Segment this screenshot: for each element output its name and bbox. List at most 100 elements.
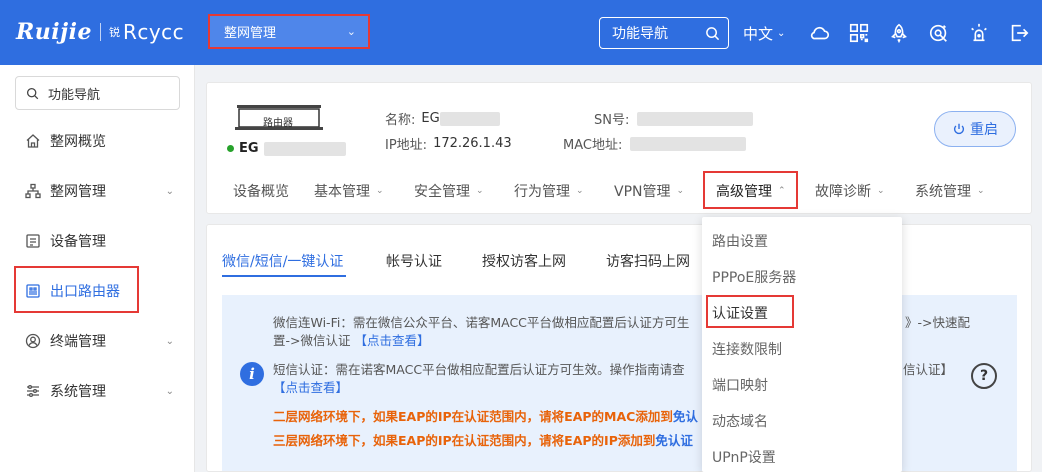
brand-name: Ruijie <box>16 19 92 45</box>
status-dot <box>227 145 234 152</box>
redacted-text <box>637 111 754 126</box>
chevron-down-icon: ⌄ <box>165 385 174 397</box>
monitor-icon[interactable] <box>927 21 951 45</box>
sub-brand-prefix: 锐 <box>108 26 120 39</box>
highlight-box <box>706 295 794 328</box>
tab-fault-diagnosis[interactable]: 故障诊断 ⌄ <box>815 181 885 201</box>
chevron-down-icon: ⌄ <box>777 28 786 39</box>
chevron-down-icon: ⌄ <box>165 335 174 347</box>
warning-line: 三层网络环境下，如果EAP的IP在认证范围内，请将EAP的IP添加到免认证 <box>273 432 693 450</box>
whitelist-link[interactable]: 免认证 <box>655 433 693 448</box>
sidebar-item-overview[interactable]: 整网概览 <box>15 126 180 156</box>
sidebar-item-label: 整网概览 <box>50 134 106 150</box>
sidebar-item-network-management[interactable]: 整网管理 ⌄ <box>15 176 180 206</box>
qrcode-icon[interactable] <box>847 21 871 45</box>
sidebar-item-label: 系统管理 <box>50 384 106 400</box>
subtab-wechat-sms-auth[interactable]: 微信/短信/一键认证 <box>222 251 343 271</box>
highlight-box <box>703 171 798 209</box>
router-image-label: 路由器 <box>263 118 293 129</box>
settings-icon <box>24 382 42 400</box>
device-ip-field: IP地址: 172.26.1.43 <box>385 134 512 153</box>
language-select[interactable]: 中文 ⌄ <box>743 23 785 44</box>
sidebar-search-placeholder: 功能导航 <box>48 87 101 103</box>
warning-text: 三层网络环境下，如果EAP的IP在认证范围内，请将EAP的IP添加到 <box>273 433 656 448</box>
highlight-box <box>14 266 139 313</box>
menu-item-port-mapping[interactable]: 端口映射 <box>712 375 768 395</box>
whitelist-link[interactable]: 免认 <box>673 409 698 424</box>
view-link[interactable]: 【点击查看】 <box>354 333 429 348</box>
subtab-authorized-guest[interactable]: 授权访客上网 <box>482 251 566 271</box>
device-sn-field: SN号: <box>594 109 754 128</box>
sidebar-item-label: 终端管理 <box>50 334 106 350</box>
scope-select[interactable]: 整网管理 ⌄ <box>208 14 370 49</box>
logout-icon[interactable] <box>1007 21 1031 45</box>
active-tab-indicator <box>222 275 346 277</box>
view-link[interactable]: 【点击查看】 <box>273 380 348 395</box>
redacted-text <box>439 111 500 126</box>
chevron-down-icon: ⌄ <box>476 186 484 196</box>
warning-line: 二层网络环境下，如果EAP的IP在认证范围内，请将EAP的MAC添加到免认 <box>273 408 698 426</box>
notice-line: 短信认证：需在诺客MACC平台做相应配置后认证方可生效。操作指南请查 <box>273 361 685 379</box>
info-icon: i <box>240 362 264 386</box>
sidebar-item-system-management[interactable]: 系统管理 ⌄ <box>15 376 180 406</box>
field-label: IP地址: <box>385 138 428 153</box>
sidebar: 功能导航 整网概览 整网管理 ⌄ 设备管理 出口路由器 终端管理 ⌄ 系统管理 … <box>0 65 195 472</box>
notice-line-tail: 》->快速配 <box>905 314 970 332</box>
menu-item-upnp[interactable]: UPnP设置 <box>712 447 776 467</box>
language-label: 中文 <box>743 25 774 43</box>
home-icon <box>24 132 42 150</box>
advanced-management-menu: 路由设置 PPPoE服务器 认证设置 连接数限制 端口映射 动态域名 UPnP设… <box>702 217 902 472</box>
user-icon <box>24 332 42 350</box>
field-value: 172.26.1.43 <box>433 136 512 151</box>
chevron-down-icon: ⌄ <box>676 186 685 196</box>
logo: Ruijie 锐 Rcycc <box>16 18 184 46</box>
nav-search-button[interactable]: 功能导航 <box>599 17 729 49</box>
tab-device-overview[interactable]: 设备概览 <box>233 181 289 201</box>
redacted-text <box>263 141 346 156</box>
chevron-down-icon: ⌄ <box>977 186 985 196</box>
tab-system-management[interactable]: 系统管理 ⌄ <box>915 181 985 201</box>
rocket-icon[interactable] <box>887 21 911 45</box>
help-icon[interactable]: ? <box>971 363 997 389</box>
sidebar-item-label: 整网管理 <box>50 184 106 200</box>
menu-item-ddns[interactable]: 动态域名 <box>712 411 768 431</box>
cloud-icon[interactable] <box>808 21 832 45</box>
chevron-down-icon: ⌄ <box>346 25 356 38</box>
subtab-guest-qr[interactable]: 访客扫码上网 <box>606 251 690 271</box>
notice-text: 置->微信认证 <box>273 333 351 348</box>
notice-text: 短信认证：需在诺客MACC平台做相应配置后认证方可生效。操作指南请查 <box>273 362 685 377</box>
menu-item-pppoe-server[interactable]: PPPoE服务器 <box>712 267 796 287</box>
notice-line: 【点击查看】 <box>273 379 348 397</box>
reboot-label: 重启 <box>970 122 998 138</box>
notice-line: 微信连Wi-Fi：需在微信公众平台、诺客MACC平台做相应配置后认证方可生 <box>273 314 689 332</box>
auth-panel: 微信/短信/一键认证 帐号认证 授权访客上网 访客扫码上网 i 微信连Wi-Fi… <box>206 224 1032 472</box>
sidebar-item-device-management[interactable]: 设备管理 <box>15 226 180 256</box>
device-name: EG <box>227 141 346 156</box>
menu-item-route-settings[interactable]: 路由设置 <box>712 231 768 251</box>
device-name-prefix: EG <box>239 141 259 156</box>
sidebar-item-terminal-management[interactable]: 终端管理 ⌄ <box>15 326 180 356</box>
alarm-icon[interactable] <box>967 21 991 45</box>
field-label: 名称: <box>385 113 416 128</box>
warning-text: 二层网络环境下，如果EAP的IP在认证范围内，请将EAP的MAC添加到 <box>273 409 673 424</box>
device-mac-field: MAC地址: <box>563 134 747 153</box>
tab-basic-management[interactable]: 基本管理 ⌄ <box>314 181 384 201</box>
reboot-button[interactable]: 重启 <box>934 111 1016 147</box>
scope-select-value: 整网管理 <box>224 26 277 41</box>
notice-line: 置->微信认证 【点击查看】 <box>273 332 429 350</box>
notice-text: 微信连Wi-Fi：需在微信公众平台、诺客MACC平台做相应配置后认证方可生 <box>273 315 690 330</box>
tab-vpn-management[interactable]: VPN管理 ⌄ <box>614 181 684 201</box>
device-card: 路由器 EG 名称: EG IP地址: 172.26.1.43 SN号: MAC… <box>206 82 1032 214</box>
menu-item-connection-limit[interactable]: 连接数限制 <box>712 339 782 359</box>
subtab-account-auth[interactable]: 帐号认证 <box>386 251 442 271</box>
tab-label: VPN管理 <box>614 184 671 200</box>
tab-label: 设备概览 <box>233 184 289 200</box>
tab-security-management[interactable]: 安全管理 ⌄ <box>414 181 484 201</box>
sidebar-search-input[interactable]: 功能导航 <box>15 76 180 110</box>
field-label: SN号: <box>594 113 630 128</box>
tab-behavior-management[interactable]: 行为管理 ⌄ <box>514 181 584 201</box>
power-icon <box>953 123 965 135</box>
tab-label: 安全管理 <box>414 184 470 200</box>
notice-text: 信认证】 <box>903 362 954 377</box>
logo-divider <box>99 23 101 41</box>
